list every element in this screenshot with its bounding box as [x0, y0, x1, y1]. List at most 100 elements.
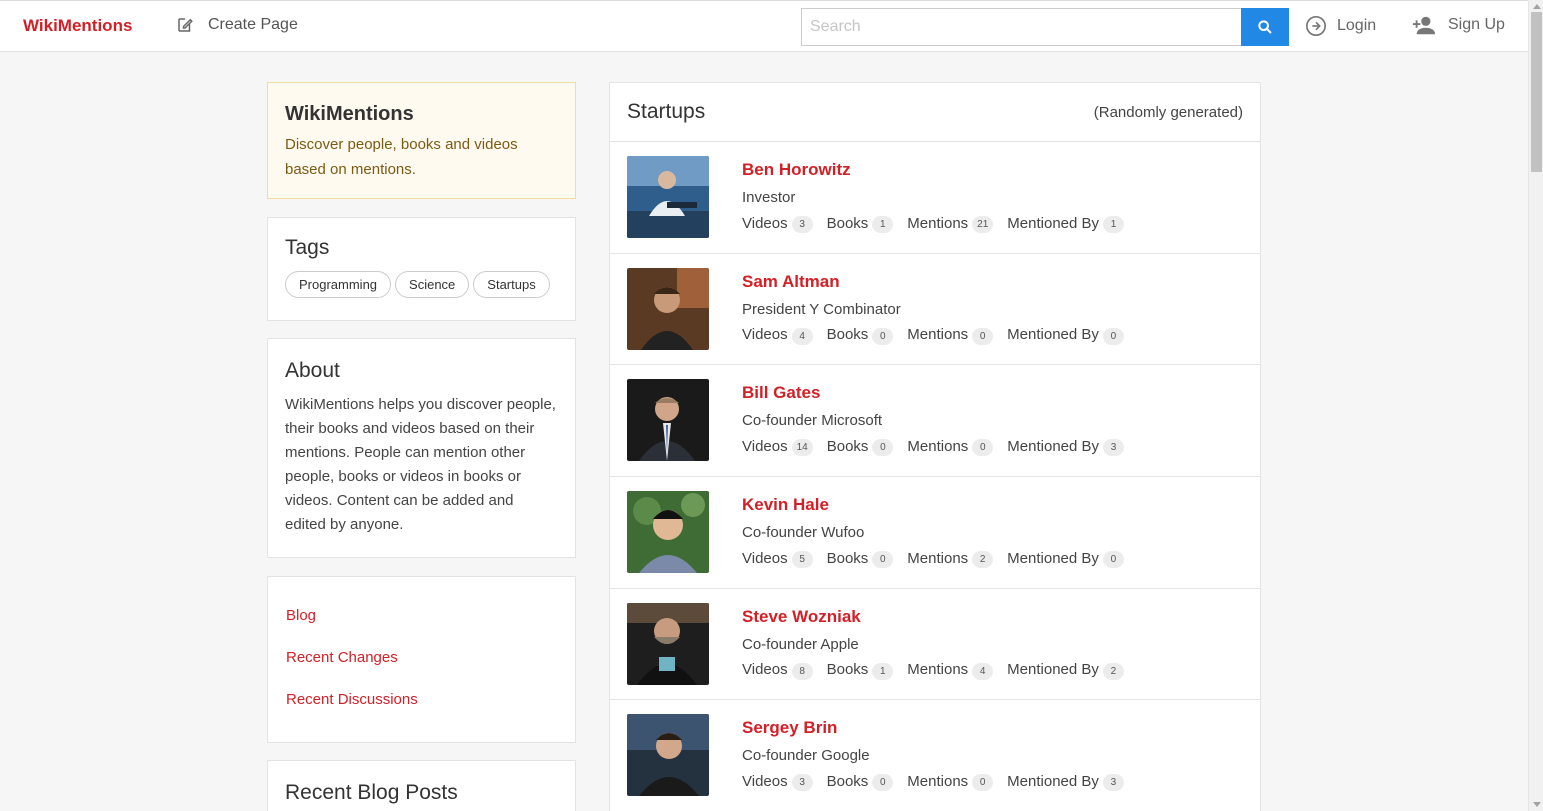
recent-discussions-link[interactable]: Recent Discussions — [286, 691, 557, 708]
create-page-link[interactable]: Create Page — [176, 16, 298, 34]
tags-card: Tags Programming Science Startups — [267, 217, 576, 321]
avatar[interactable] — [627, 602, 709, 685]
startups-list: Startups (Randomly generated) Ben Horowi… — [609, 82, 1261, 811]
person-stats: Videos 4 Books 0 Mentions 0 Mentioned By 0 — [742, 325, 1138, 345]
books-stat[interactable]: Books 0 — [826, 771, 894, 792]
videos-label: Videos — [742, 772, 788, 790]
person-name[interactable]: Bill Gates — [742, 383, 820, 403]
videos-label: Videos — [742, 326, 788, 344]
mentioned-by-stat[interactable]: Mentioned By 3 — [1007, 771, 1124, 792]
recent-changes-link[interactable]: Recent Changes — [286, 649, 557, 666]
mentions-stat[interactable]: Mentions 0 — [907, 325, 994, 345]
books-stat[interactable]: Books 1 — [827, 213, 894, 233]
mentioned-by-count-badge: 0 — [1102, 551, 1124, 569]
mentioned-by-stat[interactable]: Mentioned By 2 — [1007, 660, 1124, 680]
list-item: Bill Gates Co-founder Microsoft Videos 14… — [610, 365, 1260, 478]
top-navbar: WikiMentions Create Page Login Sign Up — [0, 0, 1528, 52]
avatar[interactable] — [627, 491, 709, 574]
videos-stat[interactable]: Videos 8 — [742, 660, 813, 680]
person-role: President Y Combinator — [742, 300, 901, 318]
videos-count-badge: 4 — [791, 327, 813, 345]
person-role: Co-founder Apple — [742, 635, 859, 653]
books-stat[interactable]: Books 1 — [827, 660, 894, 680]
mentioned-by-stat[interactable]: Mentioned By 0 — [1007, 548, 1124, 569]
person-role: Co-founder Wufoo — [742, 524, 865, 542]
search-button[interactable] — [1241, 8, 1289, 46]
scroll-thumb[interactable] — [1531, 12, 1542, 172]
mentions-stat[interactable]: Mentions 0 — [907, 436, 994, 457]
mentioned-by-label: Mentioned By — [1007, 214, 1100, 232]
avatar[interactable] — [627, 714, 709, 797]
mentions-count-badge: 4 — [972, 662, 994, 680]
page-scrollbar[interactable] — [1528, 0, 1543, 811]
mentions-stat[interactable]: Mentions 0 — [907, 771, 994, 792]
recent-blog-posts-title: Recent Blog Posts — [285, 781, 458, 804]
videos-count-badge: 14 — [791, 439, 813, 457]
scroll-down-arrow-icon[interactable] — [1533, 802, 1541, 807]
blog-link[interactable]: Blog — [286, 607, 557, 624]
list-item: Sergey Brin Co-founder Google Videos 3 Bo… — [610, 700, 1260, 811]
person-stats: Videos 14 Books 0 Mentions 0 Mentioned By 3 — [742, 436, 1138, 457]
scroll-up-arrow-icon[interactable] — [1533, 4, 1541, 9]
mentioned-by-label: Mentioned By — [1007, 772, 1099, 790]
books-count-badge: 0 — [872, 327, 894, 345]
intro-text: Discover people, books and videos based … — [285, 136, 518, 178]
mentioned-by-count-badge: 3 — [1103, 439, 1125, 457]
videos-count-badge: 8 — [791, 662, 813, 680]
avatar[interactable] — [627, 156, 709, 238]
mentions-stat[interactable]: Mentions 21 — [907, 213, 994, 233]
mentioned-by-stat[interactable]: Mentioned By 3 — [1007, 436, 1125, 457]
books-label: Books — [826, 661, 869, 679]
books-count-badge: 0 — [872, 551, 894, 569]
books-stat[interactable]: Books 0 — [827, 436, 894, 457]
person-name[interactable]: Kevin Hale — [742, 495, 829, 515]
brand-logo[interactable]: WikiMentions — [23, 16, 132, 36]
list-item: Kevin Hale Co-founder Wufoo Videos 5 Book… — [610, 477, 1260, 589]
list-header: Startups (Randomly generated) — [610, 83, 1260, 142]
list-title: Startups — [627, 100, 706, 123]
mentions-label: Mentions — [907, 549, 969, 567]
search-bar — [801, 8, 1289, 46]
books-stat[interactable]: Books 0 — [827, 548, 894, 569]
avatar[interactable] — [627, 379, 709, 462]
list-item: Ben Horowitz Investor Videos 3 Books 1 Men… — [610, 142, 1260, 254]
mentions-stat[interactable]: Mentions 2 — [907, 548, 994, 569]
tag-startups[interactable]: Startups — [473, 271, 550, 298]
books-stat[interactable]: Books 0 — [827, 325, 894, 345]
videos-label: Videos — [742, 661, 788, 679]
videos-stat[interactable]: Videos 3 — [742, 213, 813, 233]
tag-science[interactable]: Science — [395, 271, 470, 298]
tag-programming[interactable]: Programming — [285, 271, 392, 298]
login-icon — [1306, 16, 1326, 36]
tag-list: Programming Science Startups — [285, 271, 558, 298]
person-name[interactable]: Ben Horowitz — [742, 160, 851, 180]
login-link[interactable]: Login — [1305, 15, 1376, 37]
search-input[interactable] — [801, 8, 1241, 46]
person-name[interactable]: Sam Altman — [742, 272, 840, 292]
videos-stat[interactable]: Videos 5 — [742, 548, 813, 569]
videos-count-badge: 5 — [791, 551, 813, 569]
person-role: Investor — [742, 189, 796, 206]
person-stats: Videos 5 Books 0 Mentions 2 Mentioned By 0 — [742, 548, 1138, 569]
books-count-badge: 1 — [872, 662, 894, 680]
videos-label: Videos — [742, 437, 788, 455]
videos-label: Videos — [742, 549, 788, 567]
books-count-badge: 0 — [872, 774, 894, 792]
person-name[interactable]: Steve Wozniak — [742, 607, 861, 627]
mentioned-by-stat[interactable]: Mentioned By 0 — [1007, 325, 1124, 345]
mentioned-by-stat[interactable]: Mentioned By 1 — [1007, 213, 1125, 233]
person-name[interactable]: Sergey Brin — [742, 718, 837, 738]
signup-link[interactable]: Sign Up — [1412, 15, 1505, 35]
videos-stat[interactable]: Videos 4 — [742, 325, 813, 345]
books-label: Books — [826, 772, 869, 790]
about-title: About — [285, 359, 340, 382]
mentions-count-badge: 0 — [972, 439, 994, 457]
videos-stat[interactable]: Videos 3 — [742, 771, 813, 792]
books-count-badge: 0 — [872, 439, 894, 457]
avatar[interactable] — [627, 267, 709, 350]
mentions-label: Mentions — [907, 772, 969, 790]
mentions-stat[interactable]: Mentions 4 — [907, 660, 994, 680]
videos-count-badge: 3 — [791, 216, 813, 233]
mentions-label: Mentions — [907, 214, 969, 232]
videos-stat[interactable]: Videos 14 — [742, 436, 813, 457]
